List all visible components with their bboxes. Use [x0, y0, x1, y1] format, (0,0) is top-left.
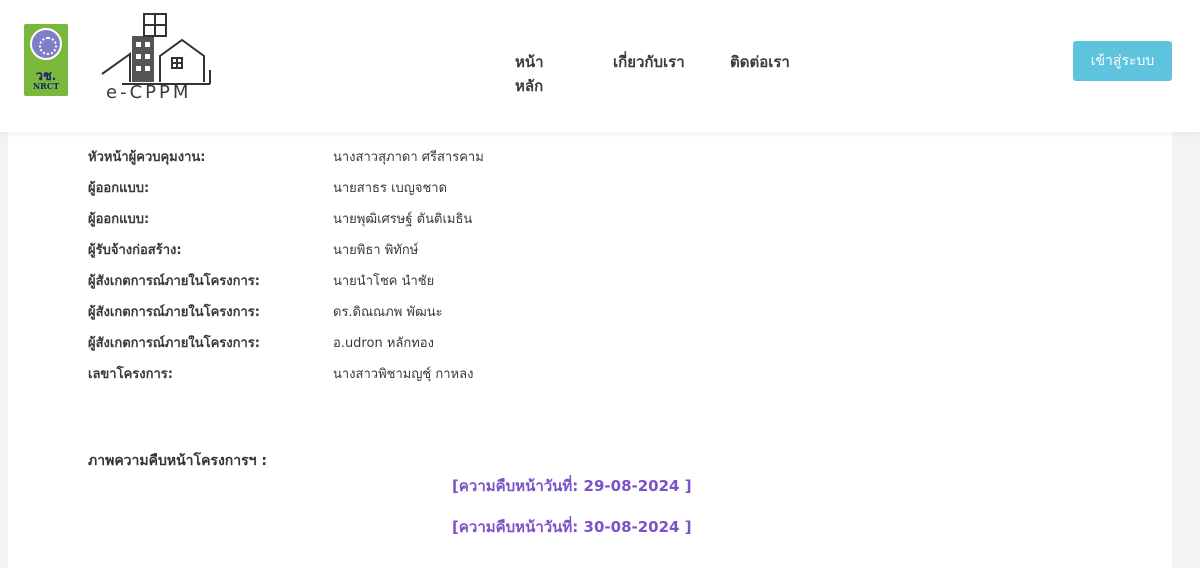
personnel-row: ผู้ออกแบบ: นายสาธร เบญจชาด [88, 177, 788, 201]
progress-link[interactable]: [ความคืบหน้าวันที่: 29-08-2024 ] [452, 474, 692, 498]
personnel-role: ผู้สังเกตการณ์ภายในโครงการ: [88, 305, 260, 320]
personnel-row: ผู้รับจ้างก่อสร้าง: นายพิธา พิทักษ์ [88, 239, 788, 263]
personnel-name: นายสาธร เบญจชาด [333, 181, 448, 196]
personnel-row: ผู้สังเกตการณ์ภายในโครงการ: อ.udron หลัก… [88, 332, 788, 356]
nrct-seal-icon [30, 28, 62, 60]
login-button[interactable]: เข้าสู่ระบบ [1073, 41, 1172, 81]
personnel-name: นายพุฒิเศรษฐ์ ตันติเมธิน [333, 212, 473, 227]
personnel-row: เลขาโครงการ: นางสาวพิชามญชุ์ กาหลง [88, 363, 788, 387]
personnel-row: ผู้สังเกตการณ์ภายในโครงการ: ดร.ดิณณภพ พั… [88, 301, 788, 325]
personnel-role: ผู้สังเกตการณ์ภายในโครงการ: [88, 336, 260, 351]
personnel-role: ผู้สังเกตการณ์ภายในโครงการ: [88, 274, 260, 289]
personnel-role: เลขาโครงการ: [88, 367, 173, 382]
site-header: วช. NRCT e-CPPM หน้าหลัก เกี่ยวกับเรา ติ… [0, 0, 1200, 132]
personnel-row: ผู้ออกแบบ: นายพุฒิเศรษฐ์ ตันติเมธิน [88, 208, 788, 232]
nav-about[interactable]: เกี่ยวกับเรา [613, 50, 685, 74]
personnel-row: ผู้สังเกตการณ์ภายในโครงการ: นายนำโชค นำช… [88, 270, 788, 294]
nav-contact[interactable]: ติดต่อเรา [730, 50, 790, 74]
personnel-name: ดร.ดิณณภพ พัฒนะ [333, 305, 443, 320]
brand-name[interactable]: e-CPPM [106, 82, 191, 103]
personnel-role: ผู้ออกแบบ: [88, 181, 150, 196]
nrct-logo-english: NRCT [32, 81, 60, 91]
progress-section-title: ภาพความคืบหน้าโครงการฯ : [88, 453, 267, 469]
personnel-row: หัวหน้าผู้ควบคุมงาน: นางสาวสุภาดา ศรีสาร… [88, 146, 788, 170]
nav-home[interactable]: หน้าหลัก [515, 50, 544, 98]
personnel-name: อ.udron หลักทอง [333, 336, 434, 351]
progress-link[interactable]: [ความคืบหน้าวันที่: 30-08-2024 ] [452, 515, 692, 539]
personnel-name: นายพิธา พิทักษ์ [333, 243, 419, 258]
project-details-panel: หัวหน้าผู้ควบคุมงาน: นางสาวสุภาดา ศรีสาร… [8, 132, 1172, 568]
nrct-logo[interactable]: วช. NRCT [24, 24, 68, 96]
personnel-name: นายนำโชค นำชัย [333, 274, 435, 289]
personnel-role: ผู้รับจ้างก่อสร้าง: [88, 243, 182, 258]
personnel-role: ผู้ออกแบบ: [88, 212, 150, 227]
personnel-name: นางสาวพิชามญชุ์ กาหลง [333, 367, 474, 382]
personnel-role: หัวหน้าผู้ควบคุมงาน: [88, 150, 206, 165]
personnel-name: นางสาวสุภาดา ศรีสารคาม [333, 150, 484, 165]
